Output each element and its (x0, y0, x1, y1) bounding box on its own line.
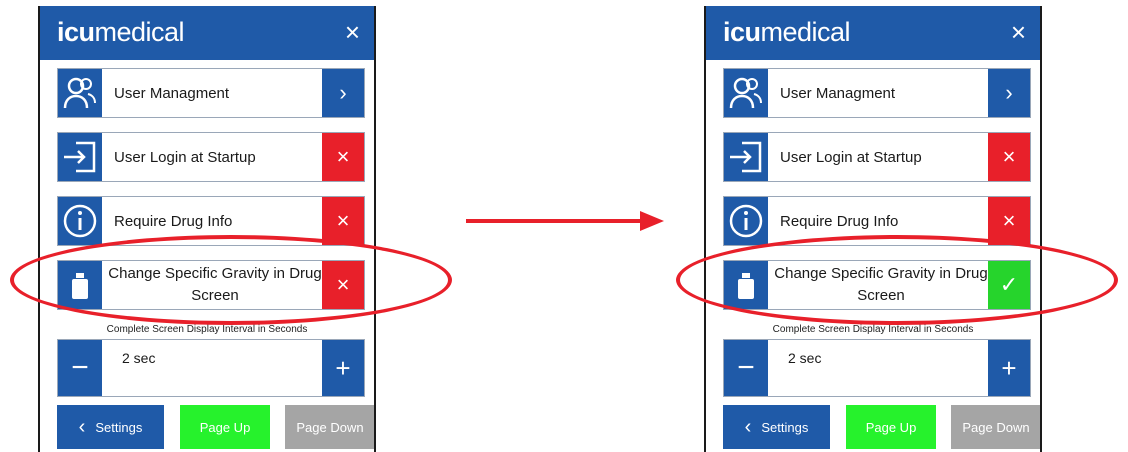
user-icon (724, 69, 768, 117)
chevron-right-icon[interactable]: › (988, 69, 1030, 117)
user-icon (58, 69, 102, 117)
user-login-row: User Login at Startup × (723, 132, 1031, 182)
page-up-button[interactable]: Page Up (180, 405, 270, 449)
app-header: icumedical × (40, 6, 374, 60)
chevron-left-icon: ‹ (78, 415, 86, 438)
app-header: icumedical × (706, 6, 1040, 60)
row-label: User Managment (780, 84, 896, 102)
icu-medical-logo: icumedical (57, 17, 185, 47)
user-management-row[interactable]: User Managment › (723, 68, 1031, 118)
interval-value: 2 sec (122, 350, 156, 366)
interval-caption: Complete Screen Display Interval in Seco… (772, 324, 974, 335)
settings-back-button[interactable]: ‹ Settings (723, 405, 830, 449)
page-up-button[interactable]: Page Up (846, 405, 936, 449)
page-down-button[interactable]: Page Down (951, 405, 1040, 449)
info-icon (724, 197, 768, 245)
icu-medical-logo: icumedical (723, 17, 851, 47)
toggle-off-button[interactable]: × (322, 197, 364, 245)
login-icon (724, 133, 768, 181)
minus-button[interactable]: − (724, 340, 768, 396)
highlight-ellipse-before (10, 235, 452, 325)
toggle-off-button[interactable]: × (322, 133, 364, 181)
highlight-ellipse-after (676, 235, 1118, 325)
row-label: User Login at Startup (780, 148, 922, 166)
interval-stepper: − 2 sec + (723, 339, 1031, 397)
chevron-left-icon: ‹ (744, 415, 752, 438)
settings-panel-after: icumedical × User Managment › User Login… (704, 6, 1042, 452)
toggle-off-button[interactable]: × (988, 197, 1030, 245)
chevron-right-icon[interactable]: › (322, 69, 364, 117)
plus-button[interactable]: + (988, 340, 1030, 396)
settings-panel-before: icumedical × User Managment › User Login… (38, 6, 376, 452)
interval-value: 2 sec (788, 350, 822, 366)
arrow-right-icon (640, 211, 664, 231)
user-management-row[interactable]: User Managment › (57, 68, 365, 118)
transition-arrow-line (466, 219, 642, 223)
toggle-off-button[interactable]: × (988, 133, 1030, 181)
row-label: User Managment (114, 84, 230, 102)
info-icon (58, 197, 102, 245)
login-icon (58, 133, 102, 181)
close-icon[interactable]: × (345, 16, 360, 48)
settings-back-button[interactable]: ‹ Settings (57, 405, 164, 449)
interval-caption: Complete Screen Display Interval in Seco… (106, 324, 308, 335)
close-icon[interactable]: × (1011, 16, 1026, 48)
user-login-row: User Login at Startup × (57, 132, 365, 182)
row-label: User Login at Startup (114, 148, 256, 166)
minus-button[interactable]: − (58, 340, 102, 396)
plus-button[interactable]: + (322, 340, 364, 396)
interval-stepper: − 2 sec + (57, 339, 365, 397)
page-down-button[interactable]: Page Down (285, 405, 374, 449)
